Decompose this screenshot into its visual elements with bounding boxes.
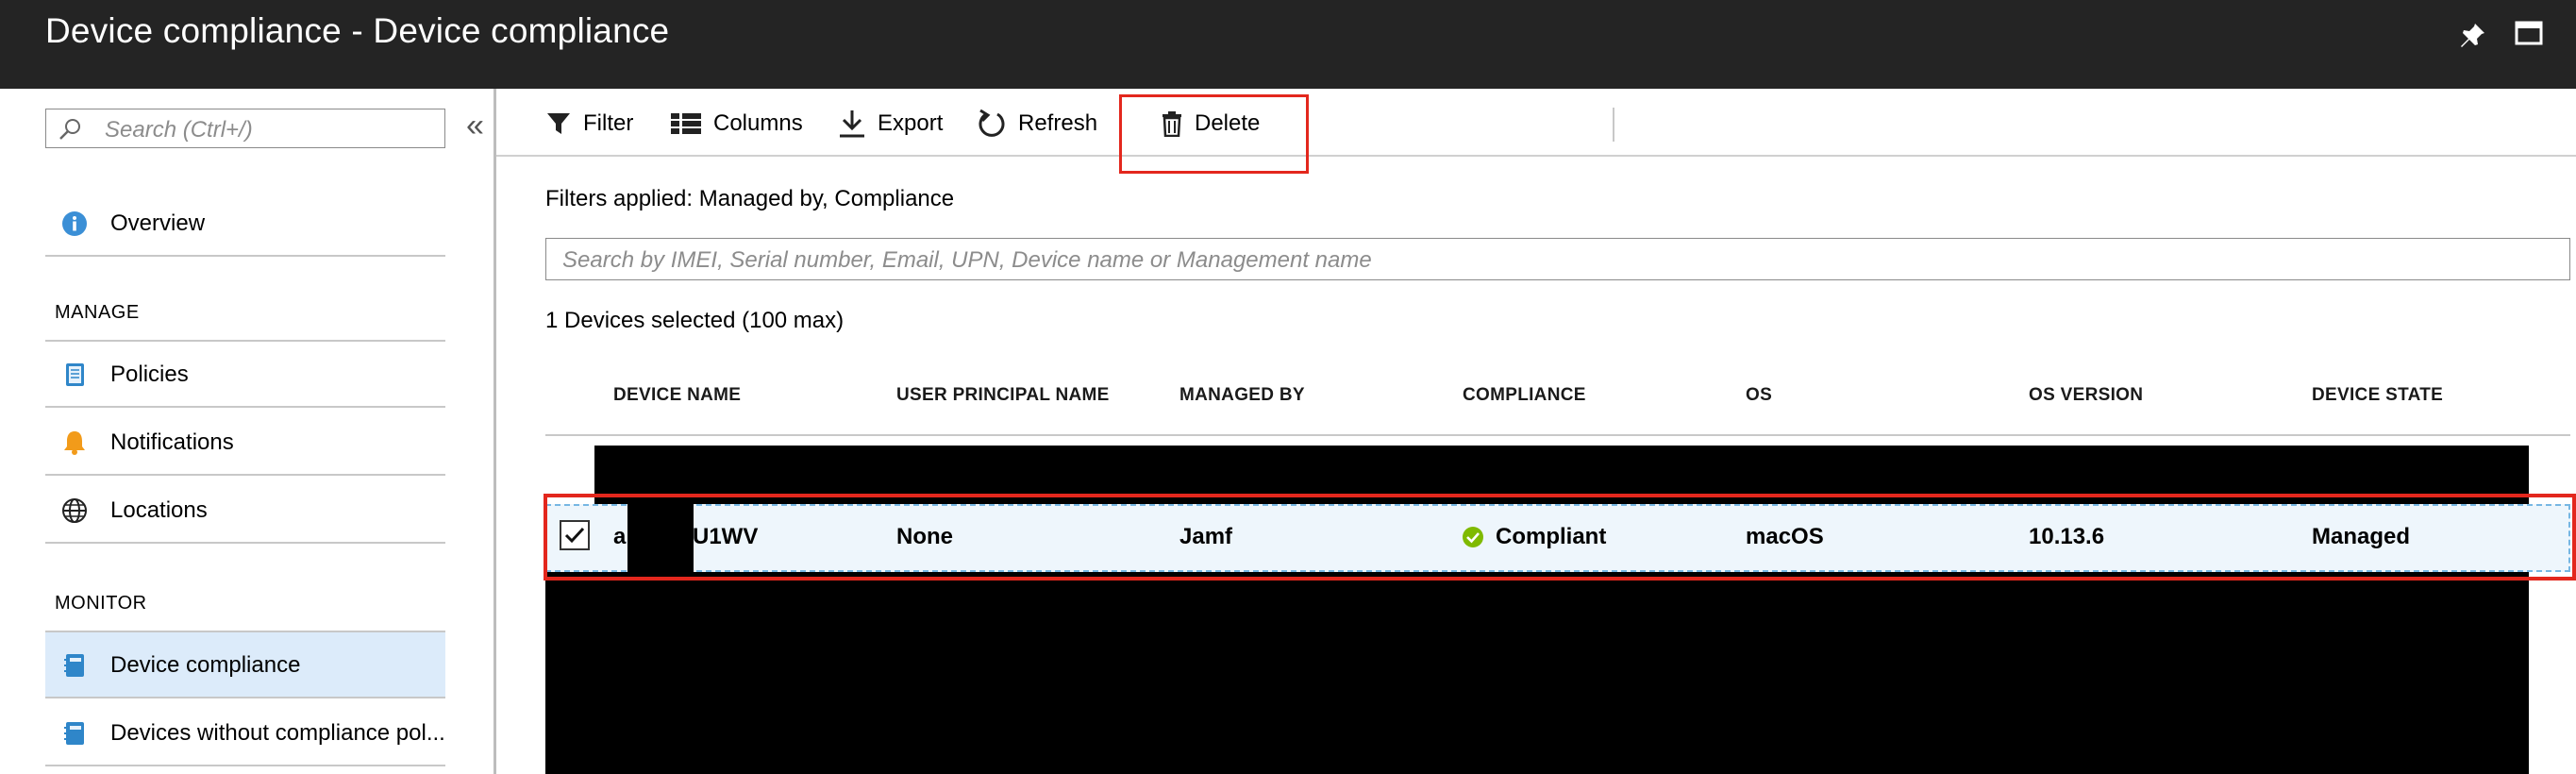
command-bar: Filter Columns Export Refresh Delete	[496, 89, 2576, 157]
sidebar-item-device-compliance[interactable]: Device compliance	[45, 632, 445, 698]
maximize-icon[interactable]	[2515, 21, 2543, 45]
notebook-icon	[64, 722, 84, 745]
sidebar-search-placeholder: Search (Ctrl+/)	[105, 117, 253, 143]
sidebar-item-devices-without-compliance[interactable]: Devices without compliance pol...	[45, 700, 445, 766]
window-title: Device compliance - Device compliance	[45, 11, 670, 50]
row-highlight-box	[544, 494, 2576, 580]
columns-button[interactable]: Columns	[670, 108, 803, 140]
sidebar-splitter[interactable]	[493, 89, 496, 774]
title-bar: Device compliance - Device compliance	[0, 0, 2576, 89]
export-label: Export	[878, 110, 944, 136]
filter-button[interactable]: Filter	[545, 108, 633, 140]
info-icon	[62, 211, 87, 236]
download-icon	[840, 110, 864, 138]
device-search-placeholder: Search by IMEI, Serial number, Email, UP…	[562, 247, 1372, 273]
sidebar: Search (Ctrl+/) « Overview MANAGE Polici…	[0, 89, 495, 774]
sidebar-item-label: Policies	[110, 362, 189, 387]
device-search-input[interactable]: Search by IMEI, Serial number, Email, UP…	[545, 238, 2570, 280]
sidebar-item-label: Device compliance	[110, 652, 301, 678]
sidebar-item-notifications[interactable]: Notifications	[45, 410, 445, 476]
column-header-upn[interactable]: USER PRINCIPAL NAME	[896, 385, 1110, 406]
refresh-icon	[979, 109, 1005, 137]
section-header-monitor: MONITOR	[55, 593, 147, 614]
filter-label: Filter	[583, 110, 634, 136]
columns-icon	[671, 113, 701, 134]
filters-applied-text: Filters applied: Managed by, Compliance	[545, 186, 955, 211]
pin-icon[interactable]	[2457, 21, 2487, 51]
sidebar-item-label: Overview	[110, 210, 206, 236]
sidebar-item-label: Devices without compliance pol...	[110, 720, 445, 746]
globe-icon	[62, 498, 87, 523]
bell-icon	[64, 431, 85, 455]
column-header-device-name[interactable]: DEVICE NAME	[613, 385, 741, 406]
export-button[interactable]: Export	[838, 108, 943, 140]
sidebar-item-overview[interactable]: Overview	[45, 191, 445, 257]
column-header-managed-by[interactable]: MANAGED BY	[1179, 385, 1305, 406]
policy-document-icon	[66, 363, 84, 386]
sidebar-item-label: Notifications	[110, 429, 234, 455]
collapse-icon[interactable]: «	[466, 108, 484, 144]
column-header-os[interactable]: OS	[1746, 385, 1772, 406]
columns-label: Columns	[713, 110, 803, 136]
column-header-device-state[interactable]: DEVICE STATE	[2312, 385, 2443, 406]
section-header-manage: MANAGE	[55, 302, 140, 323]
selection-status: 1 Devices selected (100 max)	[545, 308, 845, 333]
filter-icon	[547, 113, 570, 134]
header-divider	[545, 434, 2570, 436]
refresh-label: Refresh	[1018, 110, 1098, 136]
sidebar-item-locations[interactable]: Locations	[45, 478, 445, 544]
notebook-icon	[64, 654, 84, 677]
sidebar-item-policies[interactable]: Policies	[45, 342, 445, 408]
sidebar-search-input[interactable]: Search (Ctrl+/)	[45, 109, 445, 148]
search-icon	[59, 119, 80, 140]
delete-highlight-box	[1119, 94, 1309, 174]
refresh-button[interactable]: Refresh	[977, 108, 1097, 140]
toolbar-separator	[1613, 108, 1614, 142]
redaction-block-bottom	[545, 572, 2529, 774]
column-header-compliance[interactable]: COMPLIANCE	[1463, 385, 1586, 406]
column-header-os-version[interactable]: OS VERSION	[2029, 385, 2143, 406]
sidebar-item-label: Locations	[110, 497, 208, 523]
